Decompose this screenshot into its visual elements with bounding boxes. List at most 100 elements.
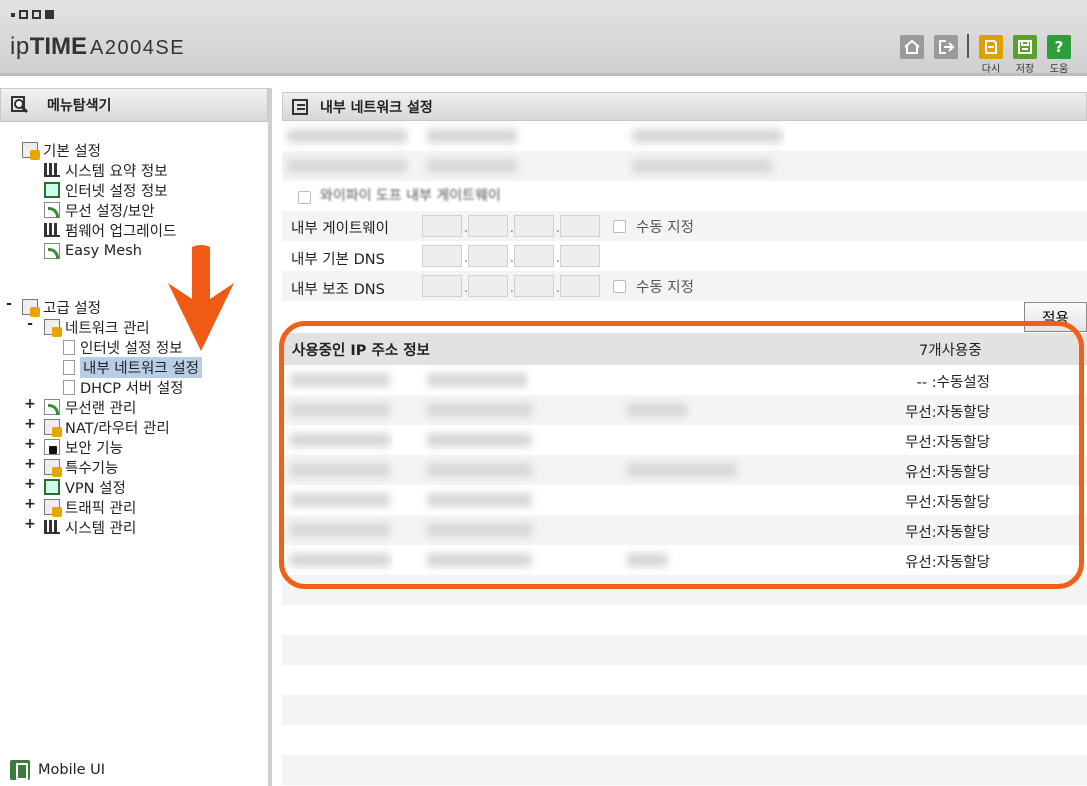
expand-vpn-toggle[interactable]: + <box>24 476 36 492</box>
menu-firmware-upgrade[interactable]: 펌웨어 업그레이드 <box>44 220 176 240</box>
secondary-dns-octet-1[interactable] <box>422 275 462 297</box>
ip-row: 유선:자동할당 <box>282 455 1087 485</box>
menu-label: 펌웨어 업그레이드 <box>65 223 177 240</box>
primary-dns-octet-2[interactable] <box>468 245 508 267</box>
ip-usage-title: 사용중인 IP 주소 정보 <box>292 342 430 359</box>
empty-row <box>282 575 1087 605</box>
tree-network-label: 네트워크 관리 <box>65 320 150 337</box>
save-button[interactable] <box>1013 35 1037 59</box>
top-header: ipTIME A2004SE 다시 저장 ? 도움 <box>0 0 1087 76</box>
magnifier-icon <box>11 96 29 114</box>
monitor-icon <box>44 182 60 198</box>
reload-label: 다시 <box>981 64 1001 75</box>
tree-traffic[interactable]: 트래픽 관리 <box>44 497 136 517</box>
partial-checkbox-row: 와이파이 도프 내부 게이트웨이 <box>282 181 1087 211</box>
page-header: 내부 네트워크 설정 <box>282 92 1087 121</box>
empty-row <box>282 725 1087 755</box>
menu-label-selected: 내부 네트워크 설정 <box>80 356 202 378</box>
collapse-network-toggle[interactable]: - <box>24 316 36 332</box>
expand-security-toggle[interactable]: + <box>24 436 36 452</box>
menu-internal-network-settings[interactable]: 내부 네트워크 설정 <box>63 356 202 378</box>
menu-easy-mesh[interactable]: Easy Mesh <box>44 241 142 261</box>
empty-row <box>282 605 1087 635</box>
tree-label: 트래픽 관리 <box>65 500 137 517</box>
header-separator <box>967 34 969 58</box>
mesh-icon <box>44 243 60 259</box>
tree-system[interactable]: 시스템 관리 <box>44 517 136 537</box>
logo-dots <box>11 10 54 19</box>
mobile-ui-link[interactable]: Mobile UI <box>10 760 105 780</box>
expand-traffic-toggle[interactable]: + <box>24 496 36 512</box>
tree-label: 무선랜 관리 <box>65 400 137 417</box>
sidebar-divider[interactable] <box>268 88 272 786</box>
tree-basic-settings[interactable]: 기본 설정 <box>22 140 101 160</box>
sidebar-title: 메뉴탐색기 <box>47 98 112 114</box>
reload-button[interactable] <box>979 35 1003 59</box>
lock-icon <box>44 439 60 455</box>
help-button[interactable]: ? <box>1047 35 1071 59</box>
secondary-dns-manual-label: 수동 지정 <box>636 280 694 296</box>
menu-system-summary[interactable]: 시스템 요약 정보 <box>44 160 168 180</box>
menu-internet-info[interactable]: 인터넷 설정 정보 <box>44 180 168 200</box>
ip-row: 무선:자동할당 <box>282 515 1087 545</box>
expand-special-toggle[interactable]: + <box>24 456 36 472</box>
tree-basic-label: 기본 설정 <box>43 143 101 160</box>
secondary-dns-manual-checkbox[interactable] <box>613 280 626 293</box>
tree-advanced-settings[interactable]: 고급 설정 <box>22 297 101 317</box>
collapse-advanced-toggle[interactable]: - <box>3 296 15 312</box>
empty-row <box>282 635 1087 665</box>
chart-icon <box>44 163 60 177</box>
tree-security[interactable]: 보안 기능 <box>44 437 123 457</box>
primary-dns-octet-4[interactable] <box>560 245 600 267</box>
upgrade-icon <box>44 223 60 237</box>
menu-label: 시스템 요약 정보 <box>65 163 168 180</box>
ip-row: 무선:자동할당 <box>282 485 1087 515</box>
folder-icon <box>22 142 40 160</box>
ip-assign-type: -- :수동설정 <box>916 375 990 391</box>
menu-wireless-security[interactable]: 무선 설정/보안 <box>44 200 155 220</box>
page-icon <box>63 359 75 375</box>
gateway-octet-1[interactable] <box>422 215 462 237</box>
secondary-dns-octet-2[interactable] <box>468 275 508 297</box>
blurred-row <box>282 121 1087 151</box>
tree-label: NAT/라우터 관리 <box>65 420 170 437</box>
tree-nat-router[interactable]: NAT/라우터 관리 <box>44 417 170 437</box>
folder-icon <box>22 299 40 317</box>
mobile-ui-label: Mobile UI <box>38 762 106 778</box>
gateway-label: 내부 게이트웨이 <box>291 221 389 237</box>
document-icon <box>292 98 308 115</box>
home-icon[interactable] <box>900 35 924 59</box>
expand-system-toggle[interactable]: + <box>24 516 36 532</box>
gateway-octet-4[interactable] <box>560 215 600 237</box>
menu-internet-settings[interactable]: 인터넷 설정 정보 <box>63 337 183 357</box>
menu-dhcp-server[interactable]: DHCP 서버 설정 <box>63 377 184 397</box>
tree-label: 특수기능 <box>65 460 119 477</box>
ip-assign-type: 무선:자동할당 <box>905 435 990 451</box>
system-icon <box>44 520 60 534</box>
help-label: 도움 <box>1049 64 1069 75</box>
apply-button[interactable]: 적용 <box>1024 302 1087 332</box>
expand-wireless-toggle[interactable]: + <box>24 396 36 412</box>
ip-assign-type: 무선:자동할당 <box>905 525 990 541</box>
empty-row <box>282 755 1087 785</box>
gateway-manual-checkbox[interactable] <box>613 220 626 233</box>
ip-assign-type: 유선:자동할당 <box>905 465 990 481</box>
partial-checkbox[interactable] <box>298 191 311 204</box>
sidebar-header: 메뉴탐색기 <box>0 88 268 122</box>
secondary-dns-octet-3[interactable] <box>514 275 554 297</box>
gateway-octet-2[interactable] <box>468 215 508 237</box>
page-title: 내부 네트워크 설정 <box>320 99 433 116</box>
tree-vpn[interactable]: VPN 설정 <box>44 477 126 497</box>
model-name: A2004SE <box>90 37 186 59</box>
logout-icon[interactable] <box>934 35 958 59</box>
tree-special-functions[interactable]: 특수기능 <box>44 457 118 477</box>
tree-wireless-management[interactable]: 무선랜 관리 <box>44 397 136 417</box>
gateway-octet-3[interactable] <box>514 215 554 237</box>
empty-row <box>282 695 1087 725</box>
expand-nat-toggle[interactable]: + <box>24 416 36 432</box>
router-folder-icon <box>44 419 62 437</box>
tree-network-management[interactable]: 네트워크 관리 <box>44 317 150 337</box>
primary-dns-octet-3[interactable] <box>514 245 554 267</box>
secondary-dns-octet-4[interactable] <box>560 275 600 297</box>
primary-dns-octet-1[interactable] <box>422 245 462 267</box>
